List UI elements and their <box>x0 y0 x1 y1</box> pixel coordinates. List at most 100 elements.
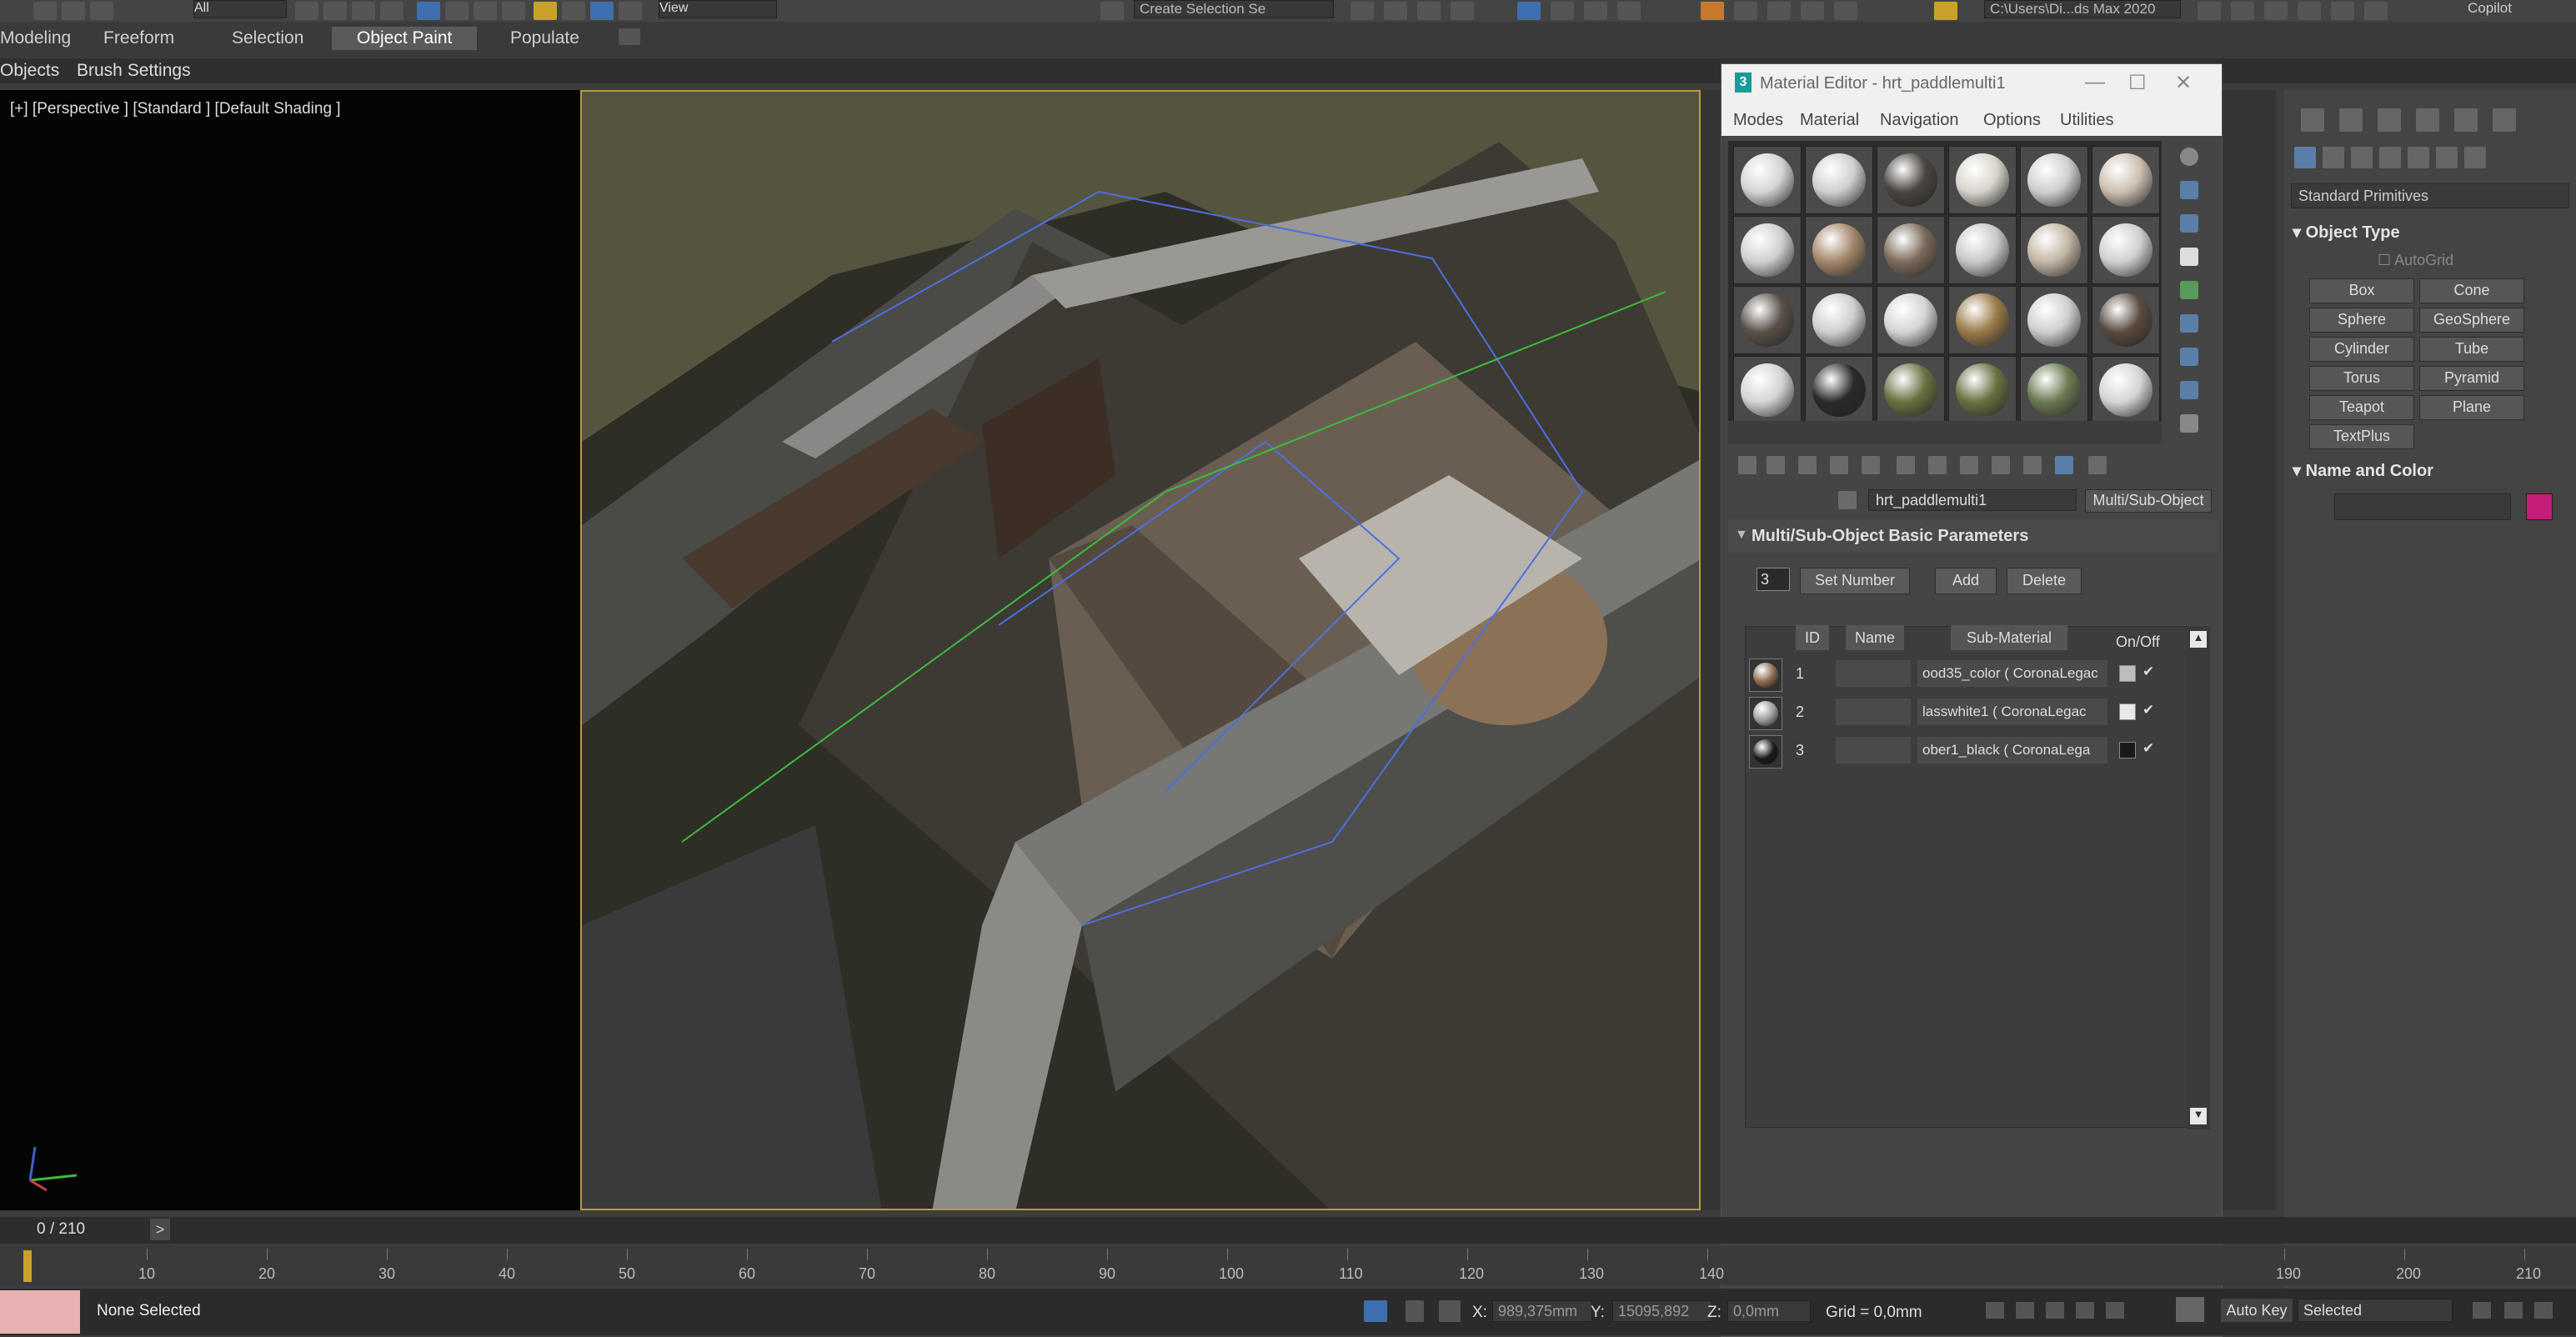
tab-modeling[interactable]: Modeling <box>0 28 71 48</box>
submaterial-swatch[interactable] <box>1749 735 1782 769</box>
pan-icon[interactable] <box>2534 1302 2553 1319</box>
open-file-icon[interactable] <box>2198 2 2221 20</box>
object-name-field[interactable] <box>2334 493 2511 520</box>
track-bar[interactable]: 10 20 30 40 50 60 70 80 90 100 110 120 130 140 190 200 2… <box>0 1245 2576 1285</box>
align-icon[interactable] <box>1351 2 1374 20</box>
utilities-tab-icon[interactable] <box>2493 108 2516 132</box>
eyedropper-icon[interactable] <box>1838 491 1857 509</box>
shapes-icon[interactable] <box>2323 147 2344 168</box>
reset-map-icon[interactable] <box>1830 456 1848 474</box>
menu-material[interactable]: Material <box>1800 111 1859 130</box>
number-field[interactable]: 3 <box>1757 568 1790 591</box>
pick-material-icon[interactable] <box>2088 456 2107 474</box>
render-iterative-icon[interactable] <box>1801 2 1824 20</box>
play-icon[interactable] <box>2046 1302 2064 1319</box>
go-forward-to-sibling-icon[interactable] <box>2055 456 2073 474</box>
save-file-icon[interactable] <box>2231 2 2254 20</box>
create-plane-button[interactable]: Plane <box>2419 395 2524 420</box>
set-number-button[interactable]: Set Number <box>1800 568 1910 594</box>
create-tube-button[interactable]: Tube <box>2419 337 2524 362</box>
place-icon[interactable] <box>502 2 525 20</box>
material-slot[interactable] <box>1877 356 1945 424</box>
perspective-viewport[interactable] <box>580 90 1701 1210</box>
menu-options[interactable]: Options <box>1983 111 2041 130</box>
create-box-button[interactable]: Box <box>2309 278 2414 303</box>
window-crossing-icon[interactable] <box>380 2 403 20</box>
tab-objects[interactable]: Objects <box>0 61 59 81</box>
header-name[interactable]: Name <box>1846 625 1904 650</box>
create-torus-button[interactable]: Torus <box>2309 366 2414 391</box>
video-color-check-icon[interactable] <box>2180 281 2198 299</box>
time-slider[interactable]: 0 / 210 > <box>0 1217 2576 1244</box>
material-slot[interactable] <box>1733 286 1802 354</box>
import-icon[interactable] <box>2264 2 2288 20</box>
create-geosphere-button[interactable]: GeoSphere <box>2419 308 2524 333</box>
submaterial-button[interactable]: lasswhite1 ( CoronaLegac <box>1917 699 2107 725</box>
z-coordinate-field[interactable]: 0,0mm <box>1727 1300 1811 1322</box>
submaterial-button[interactable]: ood35_color ( CoronaLegac <box>1917 660 2107 687</box>
material-slot[interactable] <box>1948 286 2017 354</box>
next-frame-button-icon[interactable] <box>2076 1302 2094 1319</box>
layer-explorer-icon[interactable] <box>1417 2 1441 20</box>
render-icon[interactable] <box>1734 2 1757 20</box>
curve-editor-icon[interactable] <box>1517 2 1541 20</box>
delete-button[interactable]: Delete <box>2007 568 2082 594</box>
auto-key-button[interactable]: Auto Key <box>2221 1299 2293 1322</box>
submaterial-button[interactable]: ober1_black ( CoronaLega <box>1917 737 2107 764</box>
submaterial-on-checkbox[interactable]: ✔ <box>2142 663 2159 680</box>
submaterial-name-field[interactable] <box>1836 737 1911 764</box>
percent-snap-icon[interactable] <box>590 2 614 20</box>
options-icon[interactable] <box>2180 348 2198 366</box>
viewport-label[interactable]: [+] [Perspective ] [Standard ] [Default … <box>10 100 341 118</box>
select-and-scale-icon[interactable] <box>474 2 497 20</box>
time-scrubber[interactable] <box>23 1250 32 1282</box>
minimize-icon[interactable]: — <box>2085 71 2105 94</box>
select-and-rotate-icon[interactable] <box>445 2 469 20</box>
isolate-selection-icon[interactable] <box>1364 1300 1387 1322</box>
helpers-icon[interactable] <box>2408 147 2429 168</box>
viewport-background[interactable] <box>0 90 580 1210</box>
maximize-icon[interactable]: ☐ <box>2128 71 2147 95</box>
sample-uv-tiling-icon[interactable] <box>2180 248 2198 266</box>
scene-render[interactable] <box>582 92 1701 1210</box>
object-type-rollout[interactable]: ▾ Object Type <box>2293 222 2400 243</box>
ribbon-options-icon[interactable] <box>619 28 640 45</box>
material-editor-icon[interactable] <box>1584 2 1607 20</box>
table-row[interactable]: 1 ood35_color ( CoronaLegac ✔ <box>1746 655 2171 692</box>
material-slot[interactable] <box>2092 286 2160 354</box>
render-online-icon[interactable] <box>1834 2 1857 20</box>
material-slot[interactable] <box>2020 146 2088 214</box>
submaterial-color-swatch[interactable] <box>2119 704 2136 720</box>
material-slot[interactable] <box>2020 216 2088 284</box>
motion-tab-icon[interactable] <box>2416 108 2439 132</box>
angle-snap-icon[interactable] <box>562 2 585 20</box>
material-id-channel-icon[interactable] <box>1928 456 1947 474</box>
create-sphere-button[interactable]: Sphere <box>2309 308 2414 333</box>
key-filter-dropdown[interactable]: Selected <box>2298 1299 2453 1322</box>
put-to-scene-icon[interactable] <box>1767 456 1785 474</box>
space-warps-icon[interactable] <box>2436 147 2458 168</box>
material-slot[interactable] <box>1948 146 2017 214</box>
cameras-icon[interactable] <box>2379 147 2401 168</box>
scene-explorer-icon[interactable] <box>1384 2 1407 20</box>
submaterial-name-field[interactable] <box>1836 699 1911 725</box>
create-textplus-button[interactable]: TextPlus <box>2309 424 2414 449</box>
material-slot[interactable] <box>1805 356 1873 424</box>
mirror-icon[interactable] <box>1100 2 1124 20</box>
hierarchy-tab-icon[interactable] <box>2378 108 2401 132</box>
previous-frame-icon[interactable] <box>2016 1302 2034 1319</box>
create-teapot-button[interactable]: Teapot <box>2309 395 2414 420</box>
scroll-down-icon[interactable]: ▼ <box>2190 1108 2207 1124</box>
create-cylinder-button[interactable]: Cylinder <box>2309 337 2414 362</box>
named-selection-sets-field[interactable]: Create Selection Se <box>1134 0 1334 18</box>
backlight-icon[interactable] <box>2180 181 2198 199</box>
material-slot[interactable] <box>1805 146 1873 214</box>
material-slot[interactable] <box>1948 216 2017 284</box>
project-folder-dropdown[interactable]: C:\Users\Di...ds Max 2020 <box>1984 0 2181 18</box>
add-button[interactable]: Add <box>1935 568 1997 594</box>
table-row[interactable]: 2 lasswhite1 ( CoronaLegac ✔ <box>1746 694 2171 730</box>
select-and-move-icon[interactable] <box>417 2 440 20</box>
basic-parameters-rollout[interactable]: ▼ Multi/Sub-Object Basic Parameters <box>1728 519 2218 553</box>
submaterial-color-swatch[interactable] <box>2119 665 2136 682</box>
render-production-icon[interactable] <box>1767 2 1791 20</box>
